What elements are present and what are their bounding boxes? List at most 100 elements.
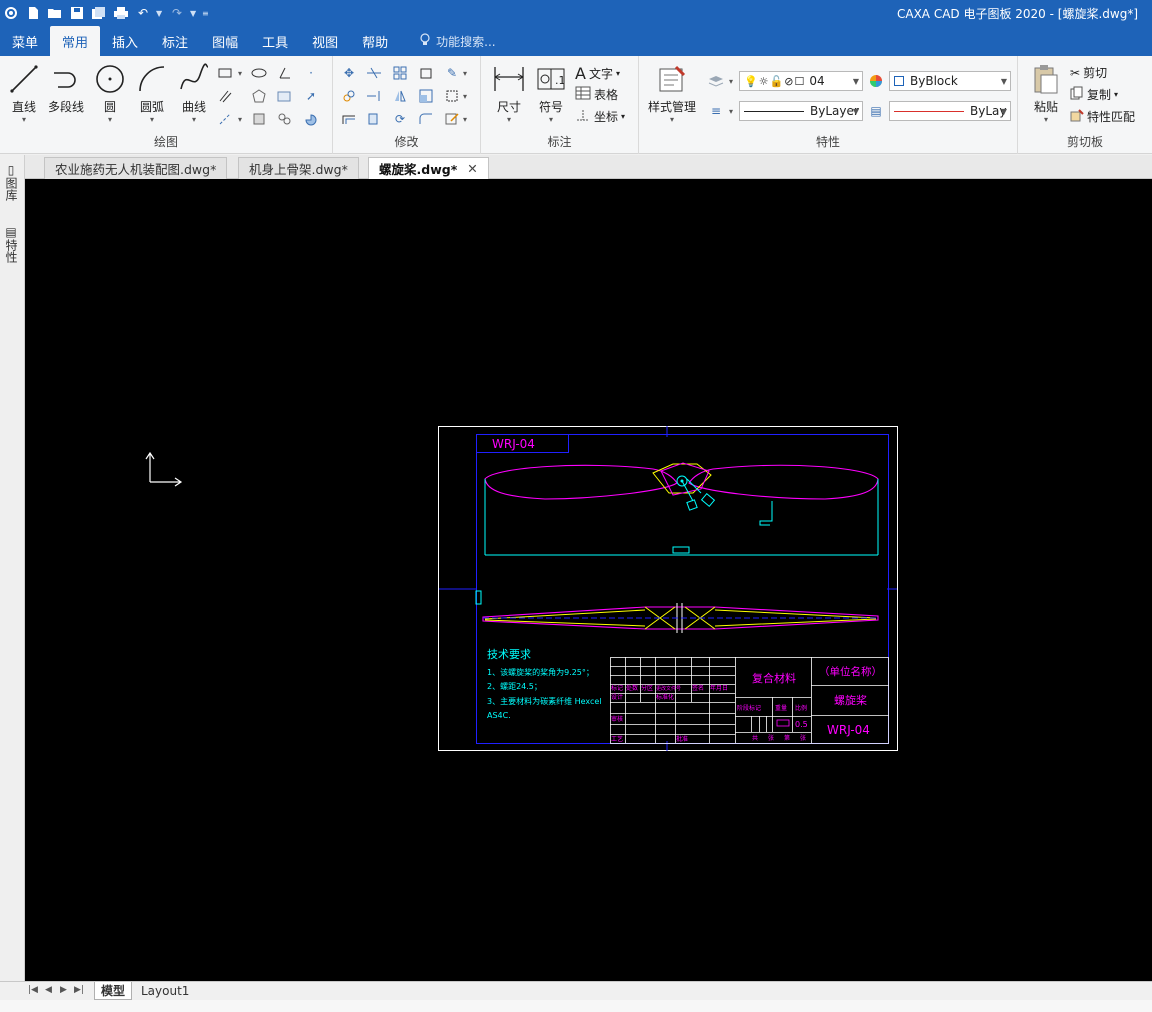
circle-icon — [88, 62, 132, 96]
arc-button[interactable]: 圆弧 ▾ — [130, 62, 174, 124]
break-icon[interactable] — [417, 64, 435, 82]
region-icon[interactable] — [302, 110, 320, 128]
curve-button[interactable]: 曲线 ▾ — [172, 62, 216, 124]
save-icon[interactable] — [68, 4, 86, 22]
tab-insert[interactable]: 插入 — [100, 26, 150, 56]
library-panel-tab[interactable]: ▯图库 — [4, 163, 20, 201]
layout-tab-layout1[interactable]: Layout1 — [135, 982, 195, 1000]
cut-button[interactable]: ✂ 剪切 — [1070, 64, 1107, 81]
save-all-icon[interactable] — [90, 4, 108, 22]
lineweight-icon[interactable]: ≡ — [707, 102, 725, 120]
angle-line-icon[interactable] — [276, 64, 294, 82]
tb-label-total: 共 — [752, 734, 758, 742]
app-logo-icon[interactable] — [2, 4, 20, 22]
edit-dropdown-icon[interactable]: ▾ — [461, 110, 469, 128]
color-wheel-icon[interactable] — [867, 72, 885, 90]
array-icon[interactable] — [391, 64, 409, 82]
stretch-icon[interactable] — [365, 110, 383, 128]
copy-button[interactable]: 复制 ▾ — [1070, 86, 1118, 103]
window-title: CAXA CAD 电子图板 2020 - [螺旋桨.dwg*] — [896, 7, 1138, 21]
tab-tools[interactable]: 工具 — [250, 26, 300, 56]
tech-title: 技术要求 — [487, 648, 531, 661]
open-folder-icon[interactable] — [46, 4, 64, 22]
doc-tab-assembly[interactable]: 农业施药无人机装配图.dwg* — [44, 157, 228, 179]
copy-object-icon[interactable] — [340, 87, 358, 105]
offset-icon[interactable] — [340, 110, 358, 128]
edit-icon[interactable] — [443, 110, 461, 128]
tb-label-stage: 阶段标记 — [737, 704, 761, 712]
match-properties-button[interactable]: 特性匹配 — [1070, 108, 1135, 125]
eraser-icon[interactable]: ✎ — [443, 64, 461, 82]
tab-annotate[interactable]: 标注 — [150, 26, 200, 56]
new-file-icon[interactable] — [24, 4, 42, 22]
circle-button[interactable]: 圆 ▾ — [88, 62, 132, 124]
style-manager-button[interactable]: 样式管理 ▾ — [645, 62, 699, 124]
tab-menu[interactable]: 菜单 — [0, 26, 50, 56]
linetype-select[interactable]: ByLayer ▼ — [739, 101, 863, 121]
close-tab-icon[interactable]: ✕ — [467, 161, 477, 176]
scale-icon[interactable] — [417, 87, 435, 105]
trim-icon[interactable] — [365, 64, 383, 82]
layer-manager-icon[interactable] — [707, 72, 725, 90]
color-select[interactable]: ByBlock ▼ — [889, 71, 1011, 91]
center-line-dropdown-icon[interactable]: ▾ — [236, 110, 244, 128]
draw-group-label: 绘图 — [153, 135, 178, 149]
block-icon[interactable] — [250, 110, 268, 128]
paste-button[interactable]: 粘贴 ▾ — [1024, 62, 1068, 124]
point-icon[interactable]: · — [302, 64, 320, 82]
properties-panel-tab[interactable]: ▤特性 — [4, 225, 20, 263]
lineweight-tools-dropdown-icon[interactable]: ▾ — [727, 102, 735, 120]
undo-dropdown-icon[interactable]: ▼ — [156, 9, 164, 18]
lineweight-select[interactable]: ByLay ▼ — [889, 101, 1011, 121]
layer-tools-dropdown-icon[interactable]: ▾ — [727, 72, 735, 90]
coordinate-button[interactable]: 坐标 ▾ — [575, 108, 625, 125]
dimension-button[interactable]: 尺寸 ▾ — [487, 62, 531, 124]
properties-group-label: 特性 — [815, 135, 840, 149]
layout-tab-model[interactable]: 模型 — [94, 982, 133, 1000]
doc-tab-propeller[interactable]: 螺旋桨.dwg* ✕ — [368, 157, 489, 179]
redo-dropdown-icon[interactable]: ▼ — [190, 9, 198, 18]
function-search[interactable]: 功能搜索... — [400, 26, 496, 56]
polygon-icon[interactable] — [250, 87, 268, 105]
last-layout-icon[interactable]: ▶| — [74, 985, 84, 995]
mirror-icon[interactable] — [391, 87, 409, 105]
first-layout-icon[interactable]: |◀ — [28, 985, 38, 995]
rectangle-icon[interactable] — [216, 64, 234, 82]
eraser-dropdown-icon[interactable]: ▾ — [461, 64, 469, 82]
polyline-button[interactable]: 多段线 — [44, 62, 88, 115]
cloud-line-icon[interactable] — [276, 110, 294, 128]
rectangle-dropdown-icon[interactable]: ▾ — [236, 64, 244, 82]
print-icon[interactable] — [112, 4, 130, 22]
table-button[interactable]: 表格 — [575, 86, 618, 103]
tab-view[interactable]: 视图 — [300, 26, 350, 56]
hatch-icon[interactable] — [276, 87, 294, 105]
explode-dropdown-icon[interactable]: ▾ — [461, 87, 469, 105]
undo-icon[interactable]: ↶ — [134, 4, 152, 22]
fillet-icon[interactable] — [417, 110, 435, 128]
drawing-svg[interactable]: WRJ-04 技术要求 1、该螺旋桨的桨角为9.25°； 2、螺距24.5； 3… — [25, 179, 1152, 982]
tb-label-date: 年月日 — [710, 684, 728, 692]
rotate-icon[interactable]: ⟳ — [391, 110, 409, 128]
symbol-button[interactable]: .1 符号 ▾ — [529, 62, 573, 124]
ellipse-icon[interactable] — [250, 64, 268, 82]
redo-icon[interactable]: ↷ — [168, 4, 186, 22]
move-icon[interactable]: ✥ — [340, 64, 358, 82]
extend-icon[interactable] — [365, 87, 383, 105]
tab-common[interactable]: 常用 — [50, 26, 101, 56]
line-button[interactable]: 直线 ▾ — [2, 62, 46, 124]
explode-icon[interactable] — [443, 87, 461, 105]
text-button[interactable]: A 文字 ▾ — [575, 64, 620, 83]
tab-sheet[interactable]: 图幅 — [200, 26, 250, 56]
layer-select[interactable]: 💡☼🔓⊘☐ 04 ▼ — [739, 71, 863, 91]
parallel-line-icon[interactable] — [216, 87, 234, 105]
prev-layout-icon[interactable]: ◀ — [45, 985, 52, 995]
properties-group: 样式管理 ▾ ▾ ≡ ▾ 💡☼🔓⊘☐ 04 ▼ ByBlock ▼ ByLaye… — [639, 56, 1018, 154]
doc-tab-frame[interactable]: 机身上骨架.dwg* — [238, 157, 359, 179]
customize-qa-icon[interactable]: ≡ — [202, 9, 210, 18]
tab-help[interactable]: 帮助 — [350, 26, 400, 56]
next-layout-icon[interactable]: ▶ — [60, 985, 67, 995]
arrow-icon[interactable]: ➚ — [302, 87, 320, 105]
drawing-canvas[interactable]: WRJ-04 技术要求 1、该螺旋桨的桨角为9.25°； 2、螺距24.5； 3… — [25, 179, 1152, 982]
linetype-scale-icon[interactable]: ▤ — [867, 102, 885, 120]
center-line-icon[interactable] — [216, 110, 234, 128]
